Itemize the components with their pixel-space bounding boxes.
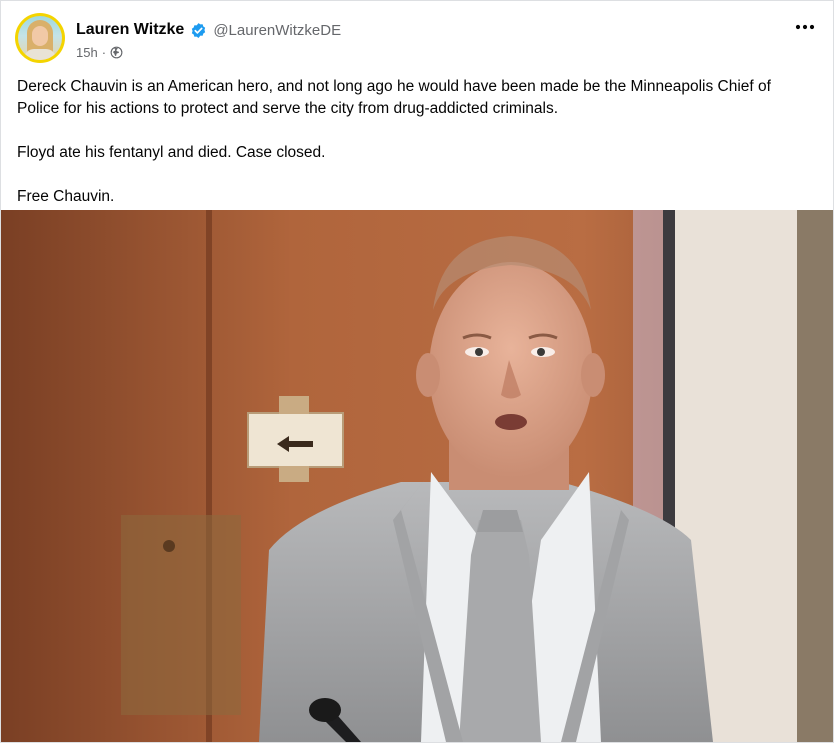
post-card: Lauren Witzke @LaurenWitzkeDE 15h · Dere… bbox=[0, 0, 834, 743]
author-handle[interactable]: @LaurenWitzkeDE bbox=[213, 22, 341, 39]
more-options-icon bbox=[795, 24, 815, 30]
avatar-image bbox=[18, 16, 62, 60]
more-options-button[interactable] bbox=[791, 17, 819, 37]
post-paragraph: Dereck Chauvin is an American hero, and … bbox=[17, 78, 771, 117]
attached-photo[interactable] bbox=[1, 210, 833, 742]
photo-illustration bbox=[1, 210, 833, 742]
author-name[interactable]: Lauren Witzke bbox=[76, 21, 184, 39]
post-paragraph: Floyd ate his fentanyl and died. Case cl… bbox=[17, 144, 326, 161]
author-row: Lauren Witzke @LaurenWitzkeDE bbox=[76, 19, 341, 41]
post-meta: 15h · bbox=[76, 44, 123, 60]
post-header: Lauren Witzke @LaurenWitzkeDE 15h · bbox=[15, 13, 825, 65]
post-text: Dereck Chauvin is an American hero, and … bbox=[17, 76, 817, 208]
meta-separator: · bbox=[101, 44, 107, 60]
post-time[interactable]: 15h bbox=[76, 45, 98, 60]
author-avatar[interactable] bbox=[15, 13, 65, 63]
verified-badge-icon bbox=[192, 22, 206, 38]
post-paragraph: Free Chauvin. bbox=[17, 188, 115, 205]
public-globe-icon[interactable] bbox=[110, 46, 123, 59]
